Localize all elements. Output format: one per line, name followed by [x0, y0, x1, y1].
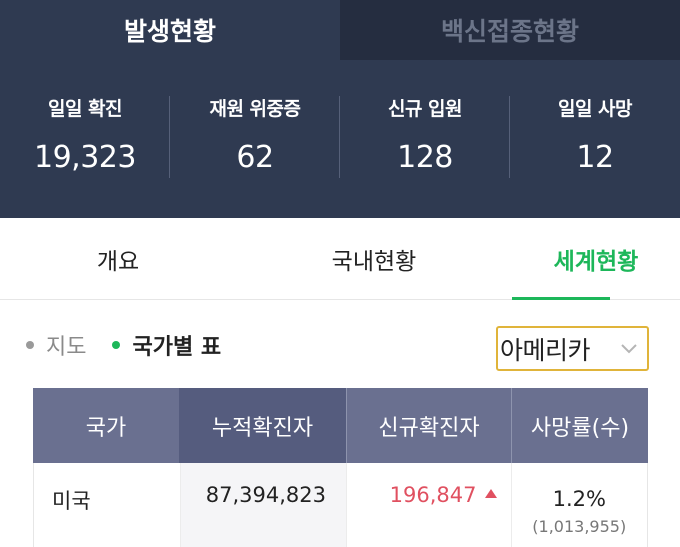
toggle-map-label: 지도	[46, 335, 87, 360]
stat-label: 신규 입원	[387, 98, 463, 120]
stat-label: 재원 위중증	[209, 98, 301, 120]
region-select[interactable]: 아메리카	[496, 326, 649, 371]
stat-new-admissions: 신규 입원 128	[340, 60, 510, 218]
triangle-up-icon	[484, 489, 497, 498]
bullet-icon	[112, 341, 121, 349]
cell-cumulative: 87,394,823	[179, 463, 347, 547]
region-select-value: 아메리카	[500, 335, 591, 365]
top-tab-bar: 발생현황 백신접종현황	[0, 0, 680, 60]
header-death-rate[interactable]: 사망률(수)	[511, 388, 648, 463]
toggle-map[interactable]: 지도	[26, 329, 86, 361]
stat-label: 일일 확진	[47, 98, 123, 120]
stat-label: 일일 사망	[557, 98, 633, 120]
table-row: 미국 87,394,823 196,847 1.2% (1,013,955)	[33, 463, 648, 547]
death-count-value: (1,013,955)	[532, 517, 627, 536]
stat-critical-patients: 재원 위중증 62	[170, 60, 340, 218]
cell-new-value: 196,847	[389, 483, 477, 507]
stat-value: 128	[397, 140, 453, 175]
header-new[interactable]: 신규확진자	[346, 388, 511, 463]
header-cumulative[interactable]: 누적확진자	[179, 388, 346, 463]
stat-value: 19,323	[34, 140, 136, 175]
header-country: 국가	[33, 388, 179, 463]
toggle-table-label: 국가별 표	[132, 335, 222, 360]
tab-domestic[interactable]: 국내현황	[236, 218, 512, 299]
stat-value: 12	[576, 140, 614, 175]
tab-outbreak-status[interactable]: 발생현황	[0, 0, 340, 60]
stat-daily-deaths: 일일 사망 12	[510, 60, 680, 218]
chevron-down-icon	[621, 344, 637, 354]
tab-vaccination-status[interactable]: 백신접종현황	[340, 0, 680, 60]
cell-country: 미국	[52, 489, 91, 513]
country-table: 국가 누적확진자 신규확진자 사망률(수) 미국 87,394,823 196,…	[33, 388, 648, 547]
cell-new: 196,847	[346, 463, 510, 547]
cell-death-rate: 1.2% (1,013,955)	[510, 463, 648, 547]
tab-overview[interactable]: 개요	[0, 218, 236, 299]
bullet-icon	[26, 341, 34, 349]
daily-stats-panel: 일일 확진 19,323 재원 위중증 62 신규 입원 128 일일 사망 1…	[0, 60, 680, 218]
section-tab-bar: 개요 국내현황 세계현황	[0, 218, 680, 300]
tab-world[interactable]: 세계현황	[512, 218, 680, 300]
toggle-country-table[interactable]: 국가별 표	[112, 329, 221, 361]
death-rate-value: 1.2%	[552, 487, 606, 511]
stat-daily-confirmed: 일일 확진 19,323	[0, 60, 170, 218]
table-header: 국가 누적확진자 신규확진자 사망률(수)	[33, 388, 648, 463]
view-toggle: 지도 국가별 표	[26, 328, 221, 362]
stat-value: 62	[236, 140, 274, 175]
